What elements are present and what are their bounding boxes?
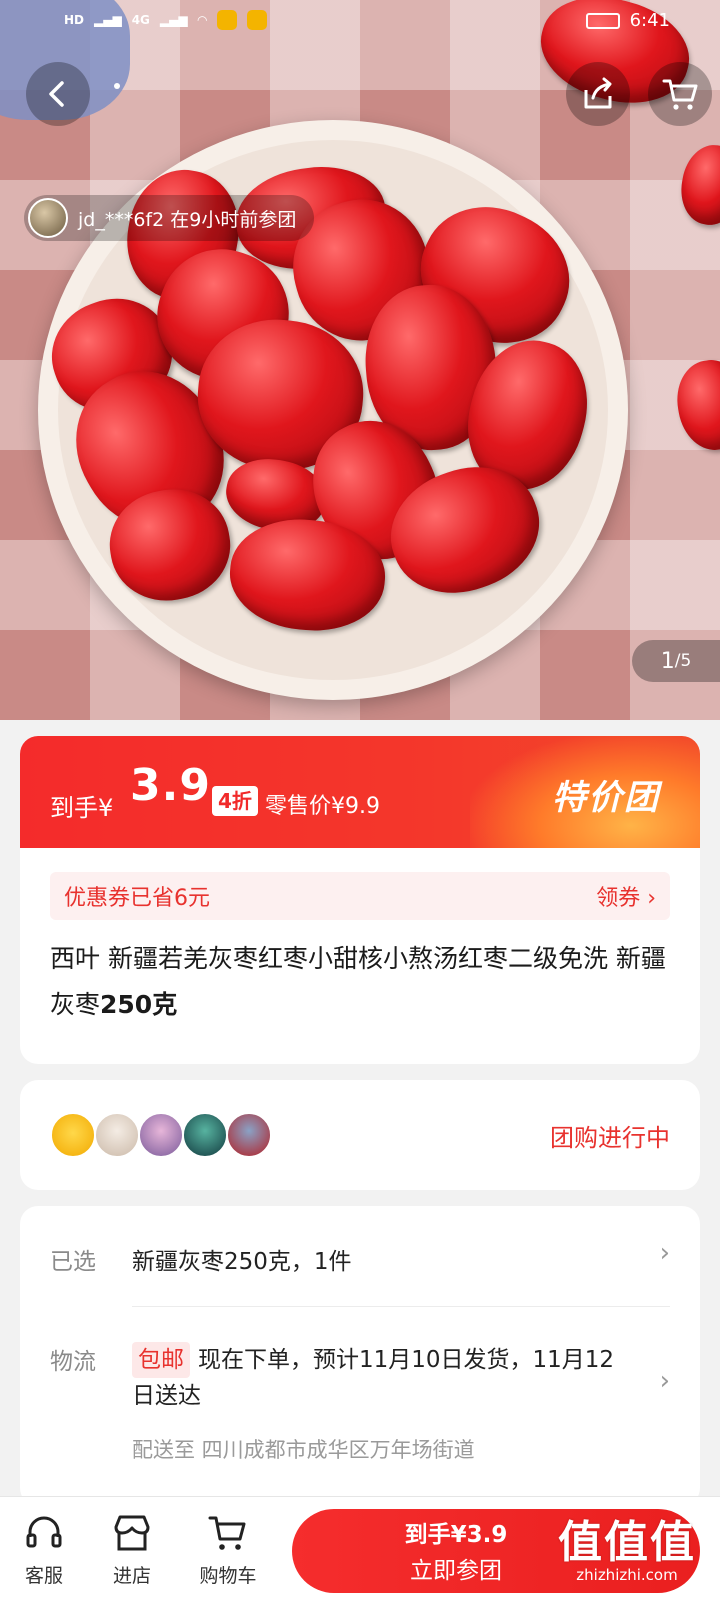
store-icon xyxy=(114,1515,150,1551)
promo-tag: 特价团 xyxy=(470,736,700,848)
coupon-row[interactable]: 优惠券已省6元 领券 › xyxy=(50,872,670,920)
avatar xyxy=(94,1112,140,1158)
back-button[interactable] xyxy=(26,62,90,126)
cart-label: 购物车 xyxy=(199,1565,257,1587)
hd-icon: HD xyxy=(64,13,85,27)
price-amount: 3.9 xyxy=(130,760,211,811)
status-right: 6:41 xyxy=(585,10,670,31)
group-buy-card[interactable]: 团购进行中 xyxy=(20,1080,700,1190)
headset-icon xyxy=(26,1516,62,1548)
product-summary-card: 到手¥ 3.9 4折 零售价¥9.9 特价团 优惠券已省6元 领券 › 西叶 新… xyxy=(20,736,700,1064)
red-date xyxy=(675,140,720,230)
share-icon xyxy=(584,77,612,109)
watermark-logo: 值值值 zhizhizhi.com xyxy=(552,1506,702,1598)
signal-icon: ▂▄▆ xyxy=(94,13,122,27)
counter-total: /5 xyxy=(674,651,692,671)
red-date xyxy=(670,354,720,456)
discount-badge: 4折 xyxy=(212,786,258,816)
cart-tab-button[interactable]: 购物车 xyxy=(188,1511,268,1588)
share-button[interactable] xyxy=(566,62,630,126)
back-arrow-icon xyxy=(49,81,64,107)
joiner-text: jd_***6f2 在9小时前参团 xyxy=(78,208,297,231)
clock: 6:41 xyxy=(629,10,670,31)
avatar xyxy=(138,1112,184,1158)
wifi-icon: ◠ xyxy=(197,13,207,27)
customer-service-label: 客服 xyxy=(24,1565,63,1587)
recent-joiner-toast: jd_***6f2 在9小时前参团 xyxy=(24,195,315,241)
signal-icon: ▂▄▆ xyxy=(159,13,188,27)
selection-value: 新疆灰枣250克，1件 xyxy=(132,1249,352,1275)
shipping-info: 包邮 现在下单，预计11月10日发货，11月12日送达 xyxy=(132,1342,632,1414)
counter-current: 1 xyxy=(660,648,675,674)
avatar xyxy=(182,1112,228,1158)
product-title: 西叶 新疆若羌灰枣红枣小甜核小熬汤红枣二级免洗 新疆灰枣250克 xyxy=(50,936,670,1028)
avatar xyxy=(28,198,68,238)
gallery-indicator-dot xyxy=(114,83,120,89)
price-label: 到手¥ xyxy=(50,794,114,822)
cart-button[interactable] xyxy=(648,62,712,126)
chevron-right-icon: › xyxy=(659,1366,670,1396)
notification-icon xyxy=(216,10,237,30)
status-left: HD ▂▄▆ 4G ▂▄▆ ◠ xyxy=(64,10,267,30)
order-info-card: 已选 新疆灰枣250克，1件 › 物流 包邮 现在下单，预计11月10日发货，11… xyxy=(20,1206,700,1506)
group-avatars xyxy=(50,1112,272,1158)
image-counter: 1/5 xyxy=(632,640,720,682)
retail-price: 零售价¥9.9 xyxy=(265,794,380,819)
battery-icon xyxy=(585,12,620,29)
store-button[interactable]: 进店 xyxy=(92,1511,172,1588)
shipping-estimate: 现在下单，预计11月10日发货，11月12日送达 xyxy=(132,1347,615,1409)
store-label: 进店 xyxy=(112,1565,151,1587)
status-bar: HD ▂▄▆ 4G ▂▄▆ ◠ 6:41 xyxy=(0,0,720,44)
selection-label: 已选 xyxy=(50,1249,96,1275)
group-status: 团购进行中 xyxy=(550,1124,670,1152)
notification-icon xyxy=(246,10,267,30)
customer-service-button[interactable]: 客服 xyxy=(4,1511,84,1588)
cart-icon xyxy=(208,1516,246,1550)
free-shipping-badge: 包邮 xyxy=(132,1342,190,1378)
coupon-text: 优惠券已省6元 xyxy=(64,886,210,911)
price-band: 到手¥ 3.9 4折 零售价¥9.9 特价团 xyxy=(20,736,700,848)
promo-tag-text: 特价团 xyxy=(552,778,660,818)
divider xyxy=(132,1306,670,1307)
delivery-address: 配送至 四川成都市成华区万年场街道 xyxy=(132,1438,475,1462)
avatar xyxy=(50,1112,96,1158)
cart-icon xyxy=(662,79,698,110)
network-type: 4G xyxy=(131,13,150,27)
watermark-text: 值值值 xyxy=(558,1517,696,1568)
product-title-weight: 250克 xyxy=(100,990,178,1019)
chevron-right-icon: › xyxy=(659,1238,670,1268)
avatar xyxy=(226,1112,272,1158)
shipping-label: 物流 xyxy=(50,1349,96,1375)
get-coupon-link[interactable]: 领券 › xyxy=(596,880,656,912)
